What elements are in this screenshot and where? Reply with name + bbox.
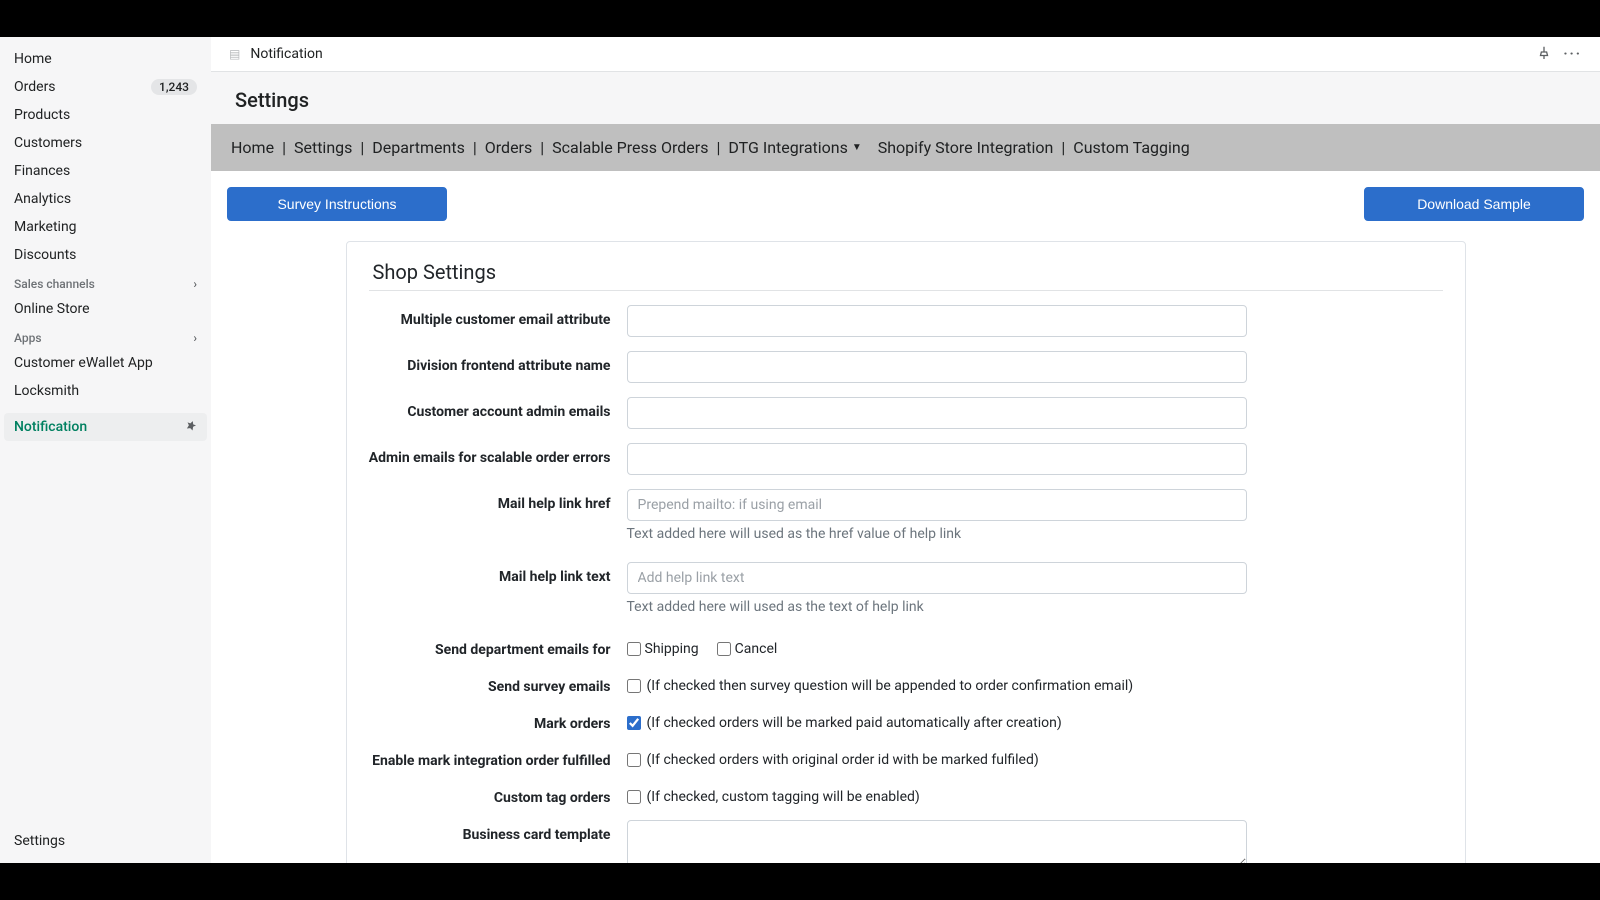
app-container: Home Orders 1,243 Products Customers Fin…: [0, 37, 1600, 863]
sidebar-item-marketing[interactable]: Marketing: [0, 213, 211, 241]
chevron-right-icon: ›: [193, 277, 197, 291]
sidebar-item-label: Marketing: [14, 219, 77, 235]
label-multi-email: Multiple customer email attribute: [369, 305, 627, 328]
shop-settings-card: Shop Settings Multiple customer email at…: [346, 241, 1466, 863]
label-mark-fulfilled: Enable mark integration order fulfilled: [369, 746, 627, 769]
input-admin-emails[interactable]: [627, 397, 1247, 429]
tab-bar: Home| Settings| Departments| Orders| Sca…: [211, 124, 1600, 171]
sidebar-item-label: Settings: [14, 833, 65, 849]
app-icon: ▤: [229, 47, 240, 61]
sidebar-item-label: Notification: [14, 419, 87, 435]
caret-down-icon: ▼: [852, 142, 862, 153]
sidebar-item-analytics[interactable]: Analytics: [0, 185, 211, 213]
pin-icon[interactable]: [1537, 45, 1551, 63]
sidebar-item-finances[interactable]: Finances: [0, 157, 211, 185]
sidebar-item-label: Analytics: [14, 191, 71, 207]
tab-shopify-integration[interactable]: Shopify Store Integration: [878, 138, 1054, 157]
checkbox-mark-orders[interactable]: [627, 716, 641, 730]
page-breadcrumb: Notification: [250, 46, 322, 62]
sidebar-item-notification[interactable]: Notification: [4, 413, 207, 441]
checkbox-mark-fulfilled[interactable]: [627, 753, 641, 767]
tab-custom-tagging[interactable]: Custom Tagging: [1073, 138, 1189, 157]
input-help-href[interactable]: [627, 489, 1247, 521]
pin-icon: [185, 420, 197, 435]
chevron-right-icon: ›: [193, 331, 197, 345]
sidebar-item-label: Finances: [14, 163, 70, 179]
help-text-text: Text added here will used as the text of…: [627, 599, 1247, 615]
label-survey-emails: Send survey emails: [369, 672, 627, 695]
desc-mark-fulfilled: (If checked orders with original order i…: [647, 752, 1039, 768]
content-area: Survey Instructions Download Sample Shop…: [211, 171, 1600, 863]
textarea-biz-card[interactable]: [627, 820, 1247, 863]
sidebar: Home Orders 1,243 Products Customers Fin…: [0, 37, 211, 863]
input-help-text[interactable]: [627, 562, 1247, 594]
label-scalable-errors: Admin emails for scalable order errors: [369, 443, 627, 466]
tab-orders[interactable]: Orders: [485, 138, 532, 157]
desc-survey-emails: (If checked then survey question will be…: [647, 678, 1134, 694]
tab-scalable-press[interactable]: Scalable Press Orders: [552, 138, 708, 157]
sales-channels-header[interactable]: Sales channels ›: [0, 269, 211, 295]
checkbox-cancel[interactable]: [717, 642, 731, 656]
tab-settings[interactable]: Settings: [294, 138, 352, 157]
sidebar-item-orders[interactable]: Orders 1,243: [0, 73, 211, 101]
input-division-attr[interactable]: [627, 351, 1247, 383]
label-help-href: Mail help link href: [369, 489, 627, 512]
desc-mark-orders: (If checked orders will be marked paid a…: [647, 715, 1062, 731]
apps-header[interactable]: Apps ›: [0, 323, 211, 349]
main-content: ▤ Notification ··· Settings Home| Settin…: [211, 37, 1600, 863]
card-title: Shop Settings: [369, 260, 1443, 284]
more-icon[interactable]: ···: [1563, 46, 1582, 62]
checkbox-shipping-label[interactable]: Shipping: [627, 641, 699, 657]
tab-departments[interactable]: Departments: [372, 138, 465, 157]
download-sample-button[interactable]: Download Sample: [1364, 187, 1584, 221]
sidebar-item-discounts[interactable]: Discounts: [0, 241, 211, 269]
label-help-text: Mail help link text: [369, 562, 627, 585]
sidebar-item-label: Customers: [14, 135, 82, 151]
sidebar-item-ewallet[interactable]: Customer eWallet App: [0, 349, 211, 377]
help-text-href: Text added here will used as the href va…: [627, 526, 1247, 542]
sidebar-item-home[interactable]: Home: [0, 45, 211, 73]
section-header-label: Apps: [14, 331, 42, 345]
sidebar-item-label: Discounts: [14, 247, 76, 263]
checkbox-survey-emails[interactable]: [627, 679, 641, 693]
label-division-attr: Division frontend attribute name: [369, 351, 627, 374]
label-admin-emails: Customer account admin emails: [369, 397, 627, 420]
desc-custom-tag: (If checked, custom tagging will be enab…: [647, 789, 920, 805]
label-dept-emails: Send department emails for: [369, 635, 627, 658]
divider: [369, 290, 1443, 291]
sidebar-item-label: Online Store: [14, 301, 90, 317]
sidebar-item-label: Orders: [14, 79, 56, 95]
sidebar-item-label: Home: [14, 51, 52, 67]
input-scalable-errors[interactable]: [627, 443, 1247, 475]
survey-instructions-button[interactable]: Survey Instructions: [227, 187, 447, 221]
tab-home[interactable]: Home: [231, 138, 274, 157]
top-bar: ▤ Notification ···: [211, 37, 1600, 72]
sidebar-item-label: Locksmith: [14, 383, 79, 399]
sidebar-item-products[interactable]: Products: [0, 101, 211, 129]
page-title: Settings: [211, 72, 1600, 124]
sidebar-item-label: Products: [14, 107, 70, 123]
checkbox-cancel-label[interactable]: Cancel: [717, 641, 778, 657]
section-header-label: Sales channels: [14, 277, 95, 291]
sidebar-item-online-store[interactable]: Online Store: [0, 295, 211, 323]
sidebar-item-label: Customer eWallet App: [14, 355, 153, 371]
sidebar-item-locksmith[interactable]: Locksmith: [0, 377, 211, 405]
checkbox-shipping[interactable]: [627, 642, 641, 656]
label-custom-tag: Custom tag orders: [369, 783, 627, 806]
tab-dtg-integrations[interactable]: DTG Integrations ▼: [728, 138, 861, 157]
label-biz-card: Business card template: [369, 820, 627, 843]
input-multi-email[interactable]: [627, 305, 1247, 337]
checkbox-custom-tag[interactable]: [627, 790, 641, 804]
sidebar-item-customers[interactable]: Customers: [0, 129, 211, 157]
orders-count-badge: 1,243: [151, 79, 197, 95]
label-mark-orders: Mark orders: [369, 709, 627, 732]
sidebar-item-settings[interactable]: Settings: [0, 825, 211, 863]
